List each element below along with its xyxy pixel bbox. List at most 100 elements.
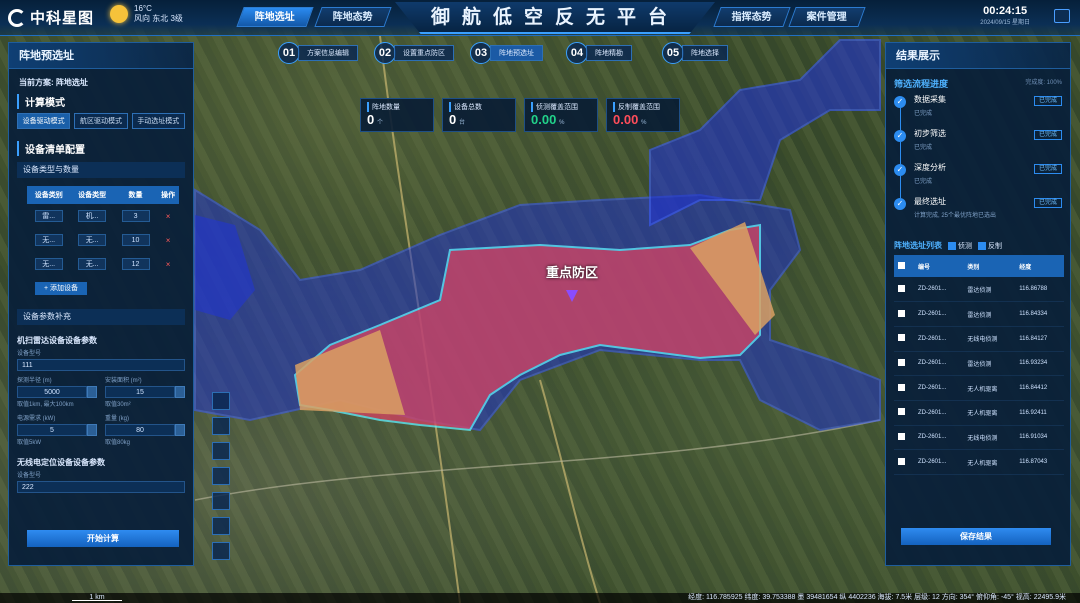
filter-detect-checkbox[interactable]: 侦测 [948, 241, 972, 251]
weight-label: 重量 (kg) [105, 416, 130, 422]
table-row[interactable]: ZD-2601... 雷达侦测 116.86788 [894, 277, 1064, 303]
table-row[interactable]: ZD-2601... 雷达侦测 116.93234 [894, 351, 1064, 377]
map-tool-icon[interactable] [212, 392, 230, 410]
power-hint: 取值5kW [17, 440, 42, 446]
step-2[interactable]: 02 设置重点防区 [374, 42, 454, 64]
progress-step: ✓ 数据采集 已完成 已完成 [894, 94, 1062, 130]
mode-selector: 设备驱动模式 航区驱动模式 手动选址模式 [9, 113, 193, 129]
mode-area-driven[interactable]: 航区驱动模式 [74, 113, 128, 129]
step-3[interactable]: 03 阵地预选址 [470, 42, 543, 64]
mode-manual[interactable]: 手动选址模式 [131, 113, 185, 129]
map-tool-icon[interactable] [212, 417, 230, 435]
step-1[interactable]: 01 方案信息编辑 [278, 42, 358, 64]
weight-stepper[interactable]: 80 [105, 424, 185, 436]
stepper-button[interactable] [87, 424, 97, 436]
weather-widget: 16°C 风向 东北 3级 [110, 4, 183, 24]
range-label: 探测半径 (m) [17, 378, 52, 384]
weight-value[interactable]: 80 [105, 424, 175, 436]
check-icon: ✓ [894, 198, 906, 210]
qty-input[interactable]: 3 [121, 210, 150, 222]
range-value[interactable]: 5000 [17, 386, 87, 398]
delete-icon[interactable]: × [166, 260, 171, 269]
step-5[interactable]: 05 阵地选择 [662, 42, 728, 64]
map-tool-icon[interactable] [212, 492, 230, 510]
delete-icon[interactable]: × [166, 212, 171, 221]
table-row[interactable]: ZD-2601... 无人机驱离 116.87043 [894, 449, 1064, 475]
weather-temp: 16°C [134, 4, 152, 13]
stepper-button[interactable] [175, 424, 185, 436]
right-panel-title: 结果展示 [886, 43, 1070, 69]
sun-icon [110, 5, 128, 23]
nav-tab-site-situation[interactable]: 阵地态势 [314, 7, 392, 27]
model2-input[interactable]: 222 [17, 481, 185, 493]
row-checkbox[interactable] [898, 383, 905, 391]
radar-params-title: 机扫雷达设备设备参数 [17, 336, 97, 345]
device-type-qty-header[interactable]: 设备类型与数量 [17, 162, 185, 178]
table-row[interactable]: ZD-2601... 无线电侦测 116.84127 [894, 326, 1064, 352]
range-stepper[interactable]: 5000 [17, 386, 97, 398]
left-panel: 阵地预选址 当前方案: 阵地选址 计算模式 设备驱动模式 航区驱动模式 手动选址… [8, 42, 194, 566]
row-checkbox[interactable] [898, 457, 905, 465]
row-checkbox[interactable] [898, 408, 905, 416]
check-icon: ✓ [894, 130, 906, 142]
col-category: 设备类别 [27, 186, 71, 204]
nav-tab-command[interactable]: 指挥态势 [713, 7, 791, 27]
top-bar: 中科星图 16°C 风向 东北 3级 阵地选址 阵地态势 御航低空反无平台 指挥… [0, 0, 1080, 36]
step-desc: 已完成 [914, 179, 933, 185]
step-4[interactable]: 04 阵地精勘 [566, 42, 632, 64]
category-select[interactable]: 无... [34, 234, 63, 246]
area-value[interactable]: 15 [105, 386, 175, 398]
status-badge: 已完成 [1033, 96, 1062, 106]
stepper-button[interactable] [175, 386, 185, 398]
map-tool-icon[interactable] [212, 442, 230, 460]
category-select[interactable]: 雷... [34, 210, 63, 222]
row-checkbox[interactable] [898, 358, 905, 366]
app-logo: 中科星图 [8, 7, 94, 28]
delete-icon[interactable]: × [166, 236, 171, 245]
category-select[interactable]: 无... [34, 258, 63, 270]
status-badge: 已完成 [1033, 130, 1062, 140]
table-row[interactable]: ZD-2601... 无线电侦测 116.91034 [894, 425, 1064, 451]
device-table: 设备类别 设备类型 数量 操作 雷... 机... 3 × 无... 无... … [27, 186, 179, 276]
progress-meta: 完成度: 100% [1025, 80, 1062, 86]
clock-date: 2024/09/15 星期日 [980, 20, 1030, 26]
model-input[interactable]: 111 [17, 359, 185, 371]
nav-tab-site-selection[interactable]: 阵地选址 [236, 7, 314, 27]
step-desc: 已完成 [914, 145, 933, 151]
col-longitude: 经度 [1015, 255, 1064, 277]
save-result-button[interactable]: 保存结果 [901, 528, 1051, 545]
start-calc-button[interactable]: 开始计算 [27, 530, 179, 547]
stat-site-count: 阵地数量 0 个 [360, 98, 434, 132]
calc-mode-title: 计算模式 [17, 94, 185, 109]
row-checkbox[interactable] [898, 309, 905, 317]
qty-input[interactable]: 10 [121, 234, 150, 246]
folder-icon[interactable] [1054, 9, 1070, 23]
table-row[interactable]: ZD-2601... 无人机驱离 116.92411 [894, 400, 1064, 426]
status-badge: 已完成 [1033, 164, 1062, 174]
type-select[interactable]: 机... [78, 210, 107, 222]
row-checkbox[interactable] [898, 284, 905, 292]
qty-input[interactable]: 12 [121, 258, 150, 270]
select-all-checkbox[interactable] [898, 261, 905, 269]
param-supplement-header[interactable]: 设备参数补充 [17, 309, 185, 325]
range-hint: 取值1km, 最大100km [17, 402, 74, 408]
mode-device-driven[interactable]: 设备驱动模式 [17, 113, 71, 129]
power-stepper[interactable]: 5 [17, 424, 97, 436]
power-value[interactable]: 5 [17, 424, 87, 436]
table-row[interactable]: ZD-2601... 雷达侦测 116.84334 [894, 301, 1064, 327]
map-tool-icon[interactable] [212, 542, 230, 560]
row-checkbox[interactable] [898, 334, 905, 342]
stepper-button[interactable] [87, 386, 97, 398]
map-tool-icon[interactable] [212, 517, 230, 535]
row-checkbox[interactable] [898, 432, 905, 440]
site-table: 编号 类别 经度 ZD-2601... 雷达侦测 116.86788 ZD-2601… [894, 255, 1064, 475]
table-row[interactable]: ZD-2601... 无人机驱离 116.84412 [894, 375, 1064, 401]
map-tool-icon[interactable] [212, 467, 230, 485]
nav-tab-case-mgmt[interactable]: 案件管理 [788, 7, 866, 27]
power-label: 电源需求 (kW) [17, 416, 56, 422]
area-stepper[interactable]: 15 [105, 386, 185, 398]
add-device-button[interactable]: + 添加设备 [35, 282, 87, 295]
filter-counter-checkbox[interactable]: 反制 [978, 241, 1002, 251]
type-select[interactable]: 无... [78, 258, 107, 270]
type-select[interactable]: 无... [78, 234, 107, 246]
